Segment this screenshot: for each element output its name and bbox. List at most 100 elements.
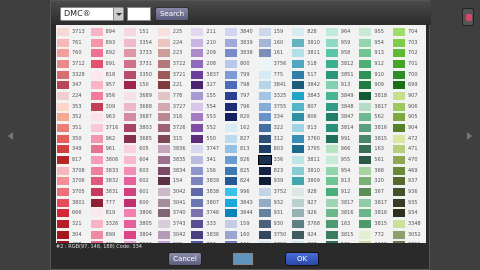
color-swatch[interactable]: 939 xyxy=(258,176,292,187)
color-swatch[interactable]: 3350 xyxy=(123,70,157,81)
color-swatch[interactable]: 3705 xyxy=(56,187,90,198)
color-swatch[interactable]: 3713 xyxy=(56,27,90,38)
color-swatch[interactable]: 3839 xyxy=(224,38,258,49)
color-swatch[interactable]: 772 xyxy=(358,230,392,241)
color-swatch[interactable]: 3801 xyxy=(56,198,90,209)
color-swatch[interactable]: 600 xyxy=(123,198,157,209)
color-swatch[interactable]: 316 xyxy=(157,112,191,123)
color-swatch[interactable]: 3716 xyxy=(90,123,124,134)
color-swatch[interactable]: 3752 xyxy=(258,187,292,198)
color-swatch[interactable]: 818 xyxy=(90,70,124,81)
color-swatch[interactable]: 899 xyxy=(90,230,124,241)
color-swatch[interactable]: 223 xyxy=(157,48,191,59)
color-swatch[interactable]: 3753 xyxy=(258,240,292,243)
color-swatch[interactable]: 3840 xyxy=(224,27,258,38)
color-swatch[interactable]: 909 xyxy=(358,80,392,91)
color-swatch[interactable]: 924 xyxy=(291,230,325,241)
color-swatch[interactable]: 956 xyxy=(90,91,124,102)
color-swatch[interactable]: 3817 xyxy=(325,198,359,209)
color-swatch[interactable]: 3817 xyxy=(358,198,392,209)
color-swatch[interactable]: 154 xyxy=(157,176,191,187)
color-swatch[interactable]: 826 xyxy=(224,155,258,166)
color-swatch[interactable]: 334 xyxy=(258,112,292,123)
right-arrow-icon[interactable] xyxy=(467,132,472,140)
color-swatch[interactable]: 3847 xyxy=(325,112,359,123)
color-swatch[interactable]: 470 xyxy=(392,155,426,166)
color-swatch[interactable]: 912 xyxy=(325,187,359,198)
color-swatch[interactable]: 517 xyxy=(291,70,325,81)
color-swatch[interactable]: 3849 xyxy=(325,91,359,102)
color-swatch[interactable]: 935 xyxy=(392,198,426,209)
color-swatch[interactable]: 208 xyxy=(190,59,224,70)
color-swatch[interactable]: 996 xyxy=(224,187,258,198)
color-swatch[interactable]: 160 xyxy=(258,38,292,49)
color-swatch[interactable]: 937 xyxy=(392,176,426,187)
color-swatch[interactable]: 3041 xyxy=(157,198,191,209)
color-swatch[interactable]: 3838 xyxy=(224,48,258,59)
color-swatch[interactable]: 3841 xyxy=(258,80,292,91)
color-swatch[interactable]: 368 xyxy=(358,166,392,177)
color-swatch[interactable]: 309 xyxy=(90,102,124,113)
color-swatch[interactable]: 156 xyxy=(190,166,224,177)
color-swatch[interactable]: 3750 xyxy=(258,230,292,241)
color-swatch[interactable]: 3760 xyxy=(291,134,325,145)
color-swatch[interactable]: 3803 xyxy=(123,123,157,134)
search-button[interactable]: Search xyxy=(155,7,189,21)
color-swatch[interactable]: 778 xyxy=(157,91,191,102)
color-swatch[interactable]: 792 xyxy=(190,240,224,243)
color-swatch[interactable]: 819 xyxy=(90,208,124,219)
color-swatch[interactable]: 3811 xyxy=(291,48,325,59)
color-swatch[interactable]: 321 xyxy=(56,219,90,230)
color-swatch[interactable]: 322 xyxy=(258,123,292,134)
color-swatch[interactable]: 3810 xyxy=(291,166,325,177)
color-swatch[interactable]: 704 xyxy=(392,27,426,38)
color-swatch[interactable]: 3325 xyxy=(258,91,292,102)
color-swatch[interactable]: 472 xyxy=(392,134,426,145)
color-swatch[interactable]: 3804 xyxy=(123,230,157,241)
color-swatch[interactable]: 550 xyxy=(190,134,224,145)
cancel-button[interactable]: Cancel xyxy=(168,252,202,266)
color-swatch[interactable]: 471 xyxy=(392,144,426,155)
ok-button[interactable]: OK xyxy=(285,252,319,266)
color-swatch[interactable]: 2348 xyxy=(358,240,392,243)
color-swatch[interactable]: 3755 xyxy=(258,102,292,113)
color-swatch[interactable]: 796 xyxy=(224,102,258,113)
color-swatch[interactable]: 3042 xyxy=(157,187,191,198)
color-swatch[interactable]: 3807 xyxy=(190,198,224,209)
corner-tool-button[interactable] xyxy=(462,8,474,26)
color-swatch[interactable]: 777 xyxy=(90,198,124,209)
color-swatch[interactable]: 3765 xyxy=(291,144,325,155)
color-swatch[interactable]: 367 xyxy=(358,187,392,198)
color-swatch[interactable]: 350 xyxy=(56,134,90,145)
color-swatch[interactable]: 3814 xyxy=(325,123,359,134)
color-swatch[interactable]: 926 xyxy=(291,208,325,219)
color-swatch[interactable]: 820 xyxy=(224,112,258,123)
color-swatch[interactable]: 3806 xyxy=(90,155,124,166)
color-swatch[interactable]: 3815 xyxy=(358,219,392,230)
color-swatch[interactable]: 603 xyxy=(123,166,157,177)
color-swatch[interactable]: 962 xyxy=(90,134,124,145)
color-swatch[interactable]: 913 xyxy=(358,48,392,59)
color-swatch[interactable]: 304 xyxy=(56,230,90,241)
color-swatch[interactable]: 3818 xyxy=(358,91,392,102)
color-swatch[interactable]: 954 xyxy=(325,166,359,177)
color-swatch[interactable]: 161 xyxy=(224,240,258,243)
color-swatch[interactable]: 827 xyxy=(224,134,258,145)
color-swatch[interactable]: 3832 xyxy=(90,176,124,187)
color-swatch[interactable]: 3806 xyxy=(123,208,157,219)
color-swatch[interactable]: 955 xyxy=(358,27,392,38)
color-swatch[interactable]: 666 xyxy=(56,208,90,219)
color-swatch[interactable]: 209 xyxy=(157,240,191,243)
color-swatch[interactable]: 3731 xyxy=(123,59,157,70)
color-swatch[interactable]: 3354 xyxy=(123,38,157,49)
color-swatch[interactable]: 3746 xyxy=(190,208,224,219)
color-swatch[interactable]: 961 xyxy=(90,144,124,155)
color-swatch[interactable]: 3816 xyxy=(325,208,359,219)
color-swatch[interactable]: 3831 xyxy=(90,187,124,198)
color-swatch[interactable]: 817 xyxy=(56,155,90,166)
color-swatch[interactable]: 312 xyxy=(258,134,292,145)
color-swatch[interactable]: 351 xyxy=(56,123,90,134)
color-swatch[interactable]: 155 xyxy=(190,91,224,102)
color-swatch[interactable]: 3812 xyxy=(325,59,359,70)
color-swatch[interactable]: 957 xyxy=(90,80,124,91)
